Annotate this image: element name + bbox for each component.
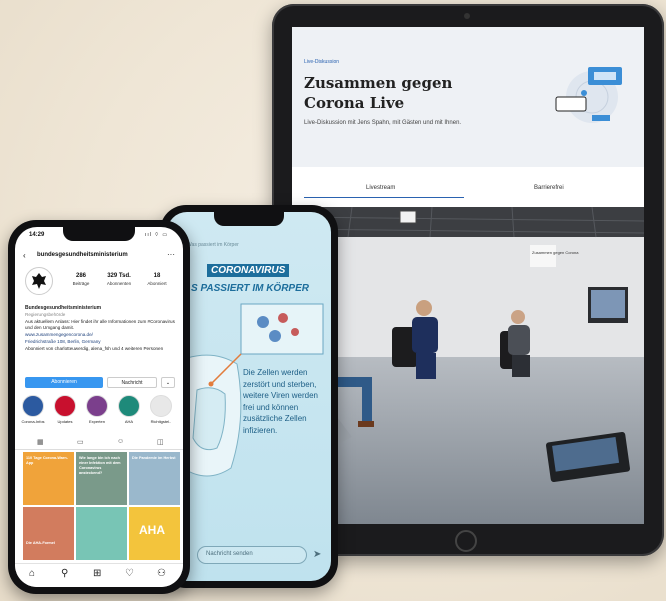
stat-label: Abonnenten: [106, 281, 132, 286]
stat-posts[interactable]: 286 Beiträge: [61, 273, 101, 286]
highlight-updates[interactable]: Updates: [51, 395, 79, 424]
phone-instagram-device: 14:29 ııl ⌔ ▭ ‹ bundesgesundheitsministe…: [8, 220, 190, 594]
highlight-thumb: [54, 395, 76, 417]
story-body-text: Die Zellen werden zerstört und sterben, …: [243, 368, 319, 435]
profile-username: bundesgesundheitsministerium: [37, 252, 128, 258]
profile-bio: Bundesgesundheitsministerium Regierungsb…: [25, 305, 175, 353]
story-screen: Was passiert im Körper CORONAVIRUS S PAS…: [167, 212, 331, 581]
tablet-screen: Live-Diskussion Zusammen gegen Corona Li…: [292, 27, 644, 524]
highlight-label: Richtigstel..: [150, 419, 172, 424]
highlight-label: Corona-Infos: [21, 419, 45, 424]
bio-text: Aus aktuellem Anlass: Hier findet ihr al…: [25, 318, 175, 331]
bio-name: Bundesgesundheitsministerium: [25, 305, 102, 311]
highlight-experten[interactable]: Experten: [83, 395, 111, 424]
bottom-nav: ⌂ ⚲ ⊞ ♡ ⚇: [15, 563, 183, 587]
stat-following[interactable]: 18 Abonniert: [137, 273, 177, 286]
status-time: 14:29: [29, 232, 45, 238]
livestream-hero: Live-Diskussion Zusammen gegen Corona Li…: [292, 27, 644, 167]
video-player[interactable]: Zusammen gegen Corona: [292, 207, 644, 524]
story-subheading: S PASSIERT IM KÖRPER: [191, 283, 309, 294]
back-arrow-icon[interactable]: ‹: [23, 251, 26, 260]
instagram-profile-screen: 14:29 ııl ⌔ ▭ ‹ bundesgesundheitsministe…: [15, 227, 183, 587]
active-tab-indicator: [304, 197, 464, 198]
post-tile[interactable]: AHA: [129, 507, 180, 560]
more-options-icon[interactable]: ···: [167, 250, 175, 259]
highlight-thumb: [22, 395, 44, 417]
chat-illustration-icon: [555, 67, 622, 123]
profile-icon[interactable]: ⚇: [157, 568, 166, 579]
page-subtitle: Live-Diskussion mit Jens Spahn, mit Gäst…: [304, 120, 462, 126]
hero-kicker: Live-Diskussion: [304, 59, 340, 65]
page-title: Zusammen gegen Corona Live: [304, 74, 453, 112]
highlight-richtigstellung[interactable]: Richtigstel..: [147, 395, 175, 424]
paper-plane-icon[interactable]: ➤: [313, 549, 321, 560]
follow-button[interactable]: Abonnieren: [25, 377, 103, 388]
stat-value: 18: [153, 273, 161, 279]
heart-icon[interactable]: ♡: [125, 568, 134, 579]
post-caption: Wie lange bin ich nach einer Infektion m…: [79, 456, 121, 475]
reels-icon[interactable]: ▭: [77, 438, 84, 446]
post-caption: AHA: [139, 523, 165, 537]
igtv-icon[interactable]: ☺: [117, 438, 124, 445]
story-message-input[interactable]: Nachricht senden: [197, 546, 307, 564]
highlight-thumb: [118, 395, 140, 417]
post-caption: Die Pandemie im Herbst: [132, 456, 176, 460]
tagged-icon[interactable]: ◫: [157, 438, 164, 446]
stat-label: Abonniert: [147, 281, 167, 286]
post-tile[interactable]: Die Pandemie im Herbst: [129, 452, 180, 505]
bio-followed-by[interactable]: Abonniert von charlotteuwerdig, alena_fs…: [25, 346, 163, 351]
bio-address[interactable]: Friedrichstraße 108, Berlin, Germany: [25, 339, 101, 344]
post-tile[interactable]: Wie lange bin ich nach einer Infektion m…: [76, 452, 127, 505]
post-tile[interactable]: Die AHA-Formel: [23, 507, 74, 560]
home-icon[interactable]: ⌂: [29, 568, 35, 579]
stat-followers[interactable]: 329 Tsd. Abonnenten: [99, 273, 139, 286]
highlight-label: Experten: [88, 419, 105, 424]
profile-tabs: ▦ ▭ ☺ ◫: [15, 435, 183, 450]
story-heading: CORONAVIRUS: [207, 264, 290, 277]
phone-notch: [214, 212, 284, 226]
stat-value: 286: [75, 273, 86, 279]
phone-notch: [63, 227, 135, 241]
highlight-label: AHA: [124, 419, 134, 424]
tablet-camera: [464, 13, 470, 19]
chevron-down-icon[interactable]: ⌄: [161, 377, 175, 388]
highlight-label: Updates: [57, 419, 73, 424]
bio-category: Regierungsbehörde: [25, 311, 66, 317]
add-icon[interactable]: ⊞: [93, 568, 101, 579]
studio-sign: Zusammen gegen Corona: [532, 250, 579, 255]
bio-link[interactable]: www.zusammengegencorona.de/: [25, 332, 93, 337]
studio-scene: Zusammen gegen Corona: [292, 207, 644, 524]
search-icon[interactable]: ⚲: [61, 568, 68, 579]
eagle-logo-icon: [32, 273, 46, 289]
status-icons: ııl ⌔ ▭: [145, 232, 169, 238]
story-header: Was passiert im Körper: [187, 242, 239, 248]
tab-livestream[interactable]: Livestream: [366, 185, 395, 191]
highlight-corona-infos[interactable]: Corona-Infos: [19, 395, 47, 424]
message-button[interactable]: Nachricht: [107, 377, 157, 388]
grid-icon[interactable]: ▦: [37, 438, 44, 446]
stat-label: Beiträge: [72, 281, 90, 286]
post-tile[interactable]: 110 Tage Corona-Warn-App: [23, 452, 74, 505]
highlight-thumb: [86, 395, 108, 417]
highlight-aha[interactable]: AHA: [115, 395, 143, 424]
stat-value: 329 Tsd.: [107, 273, 131, 279]
home-button[interactable]: [455, 530, 477, 552]
highlight-thumb: [150, 395, 172, 417]
tab-barrierefrei[interactable]: Barrierefrei: [534, 185, 564, 191]
post-grid: 110 Tage Corona-Warn-App Wie lange bin i…: [23, 452, 180, 560]
post-tile[interactable]: [76, 507, 127, 560]
stream-tabs: Livestream Barrierefrei: [292, 177, 644, 203]
product-scene: Live-Diskussion Zusammen gegen Corona Li…: [0, 0, 666, 601]
post-caption: 110 Tage Corona-Warn-App: [26, 456, 68, 465]
post-caption: Die AHA-Formel: [26, 541, 55, 545]
avatar[interactable]: [25, 267, 53, 295]
